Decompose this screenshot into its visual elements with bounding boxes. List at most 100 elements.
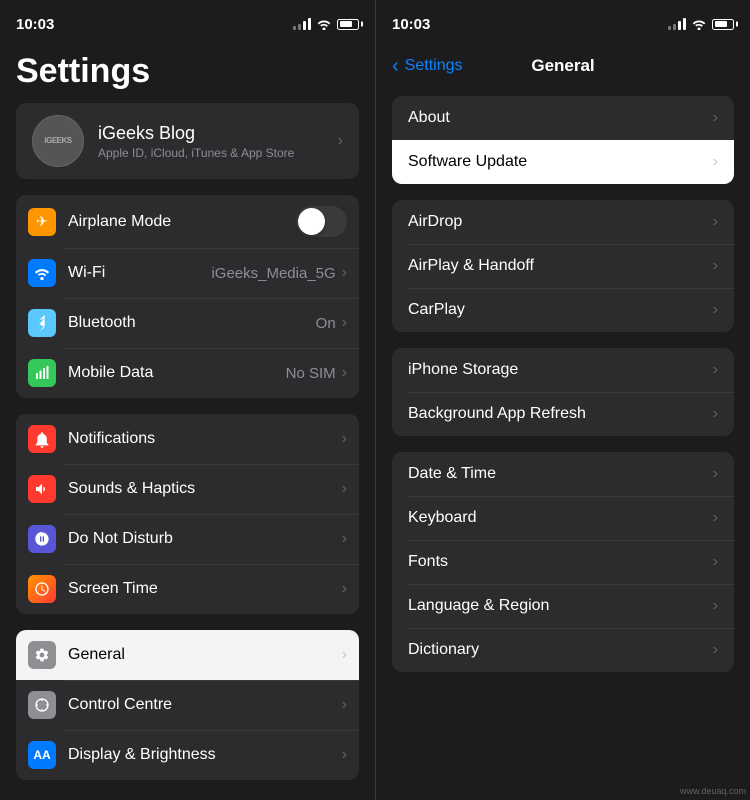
right-signal-icon: [668, 18, 686, 30]
carplay-chevron: ›: [713, 301, 718, 319]
screentime-row[interactable]: Screen Time ›: [16, 564, 359, 614]
control-centre-chevron: ›: [342, 696, 347, 714]
bg-refresh-label: Background App Refresh: [408, 405, 713, 423]
bg-refresh-row[interactable]: Background App Refresh ›: [392, 392, 734, 436]
left-panel: 10:03 Settings iGEEKS iGeeks Blog Apple …: [0, 0, 375, 800]
sounds-label: Sounds & Haptics: [68, 480, 342, 498]
bluetooth-row[interactable]: Bluetooth On ›: [16, 298, 359, 348]
dictionary-chevron: ›: [713, 641, 718, 659]
airdrop-row[interactable]: AirDrop ›: [392, 200, 734, 244]
wifi-icon: [316, 18, 332, 30]
general-label: General: [68, 646, 342, 664]
profile-name: iGeeks Blog: [98, 123, 338, 144]
about-label: About: [408, 109, 713, 127]
dnd-row[interactable]: Do Not Disturb ›: [16, 514, 359, 564]
mobile-data-row[interactable]: Mobile Data No SIM ›: [16, 348, 359, 398]
date-time-row[interactable]: Date & Time ›: [392, 452, 734, 496]
date-time-label: Date & Time: [408, 465, 713, 483]
right-status-icons: [668, 18, 734, 30]
display-brightness-row[interactable]: AA Display & Brightness ›: [16, 730, 359, 780]
fonts-row[interactable]: Fonts ›: [392, 540, 734, 584]
language-label: Language & Region: [408, 597, 713, 615]
back-chevron-icon: ‹: [392, 55, 399, 78]
system-group: General › Control Centre › AA Display & …: [16, 630, 359, 780]
battery-icon: [337, 19, 359, 30]
software-update-label: Software Update: [408, 153, 713, 171]
wifi-settings-icon: [28, 259, 56, 287]
airplane-label: Airplane Mode: [68, 213, 296, 231]
back-button[interactable]: ‹ Settings: [392, 55, 462, 78]
dnd-icon: [28, 525, 56, 553]
general-row[interactable]: General ›: [16, 630, 359, 680]
keyboard-chevron: ›: [713, 509, 718, 527]
back-label: Settings: [405, 57, 463, 75]
dictionary-label: Dictionary: [408, 641, 713, 659]
screentime-icon: [28, 575, 56, 603]
airdrop-label: AirDrop: [408, 213, 713, 231]
wifi-chevron: ›: [342, 264, 347, 282]
nav-title: General: [531, 56, 594, 76]
language-row[interactable]: Language & Region ›: [392, 584, 734, 628]
airplane-mode-row[interactable]: ✈ Airplane Mode: [16, 195, 359, 248]
dnd-label: Do Not Disturb: [68, 530, 342, 548]
airplay-row[interactable]: AirPlay & Handoff ›: [392, 244, 734, 288]
screentime-chevron: ›: [342, 580, 347, 598]
notifications-icon: [28, 425, 56, 453]
carplay-label: CarPlay: [408, 301, 713, 319]
connectivity-group: ✈ Airplane Mode Wi-Fi iGeeks_Media_5G › …: [16, 195, 359, 398]
right-group-wireless: AirDrop › AirPlay & Handoff › CarPlay ›: [392, 200, 734, 332]
iphone-storage-chevron: ›: [713, 361, 718, 379]
sounds-icon: [28, 475, 56, 503]
sounds-row[interactable]: Sounds & Haptics ›: [16, 464, 359, 514]
iphone-storage-label: iPhone Storage: [408, 361, 713, 379]
airplay-label: AirPlay & Handoff: [408, 257, 713, 275]
notifications-row[interactable]: Notifications ›: [16, 414, 359, 464]
airplane-toggle[interactable]: [296, 206, 347, 237]
keyboard-label: Keyboard: [408, 509, 713, 527]
avatar-text: iGEEKS: [44, 136, 71, 146]
airplay-chevron: ›: [713, 257, 718, 275]
right-battery-icon: [712, 19, 734, 30]
about-row[interactable]: About ›: [392, 96, 734, 140]
profile-sub: Apple ID, iCloud, iTunes & App Store: [98, 146, 338, 160]
display-brightness-icon: AA: [28, 741, 56, 769]
personal-group: Notifications › Sounds & Haptics › Do No…: [16, 414, 359, 614]
date-time-chevron: ›: [713, 465, 718, 483]
display-brightness-label: Display & Brightness: [68, 746, 342, 764]
mobile-data-chevron: ›: [342, 364, 347, 382]
notifications-label: Notifications: [68, 430, 342, 448]
software-update-row[interactable]: Software Update ›: [392, 140, 734, 184]
control-centre-label: Control Centre: [68, 696, 342, 714]
control-centre-icon: [28, 691, 56, 719]
left-status-bar: 10:03: [0, 0, 375, 44]
wifi-label: Wi-Fi: [68, 264, 211, 282]
signal-icon: [293, 18, 311, 30]
wifi-value: iGeeks_Media_5G: [211, 265, 335, 282]
bluetooth-icon: [28, 309, 56, 337]
language-chevron: ›: [713, 597, 718, 615]
notifications-chevron: ›: [342, 430, 347, 448]
dictionary-row[interactable]: Dictionary ›: [392, 628, 734, 672]
mobile-data-value: No SIM: [286, 365, 336, 382]
left-time: 10:03: [16, 16, 54, 33]
wifi-row[interactable]: Wi-Fi iGeeks_Media_5G ›: [16, 248, 359, 298]
bluetooth-chevron: ›: [342, 314, 347, 332]
software-update-chevron: ›: [713, 153, 718, 171]
bg-refresh-chevron: ›: [713, 405, 718, 423]
control-centre-row[interactable]: Control Centre ›: [16, 680, 359, 730]
settings-title: Settings: [0, 44, 375, 103]
right-group-storage: iPhone Storage › Background App Refresh …: [392, 348, 734, 436]
profile-row[interactable]: iGEEKS iGeeks Blog Apple ID, iCloud, iTu…: [16, 103, 359, 179]
fonts-label: Fonts: [408, 553, 713, 571]
iphone-storage-row[interactable]: iPhone Storage ›: [392, 348, 734, 392]
avatar: iGEEKS: [32, 115, 84, 167]
right-wifi-icon: [691, 18, 707, 30]
nav-bar: ‹ Settings General: [376, 44, 750, 88]
right-groups-container: About › Software Update › AirDrop › AirP…: [376, 88, 750, 800]
sounds-chevron: ›: [342, 480, 347, 498]
dnd-chevron: ›: [342, 530, 347, 548]
watermark: www.deuaq.com: [680, 786, 746, 796]
carplay-row[interactable]: CarPlay ›: [392, 288, 734, 332]
keyboard-row[interactable]: Keyboard ›: [392, 496, 734, 540]
right-group-top: About › Software Update ›: [392, 96, 734, 184]
